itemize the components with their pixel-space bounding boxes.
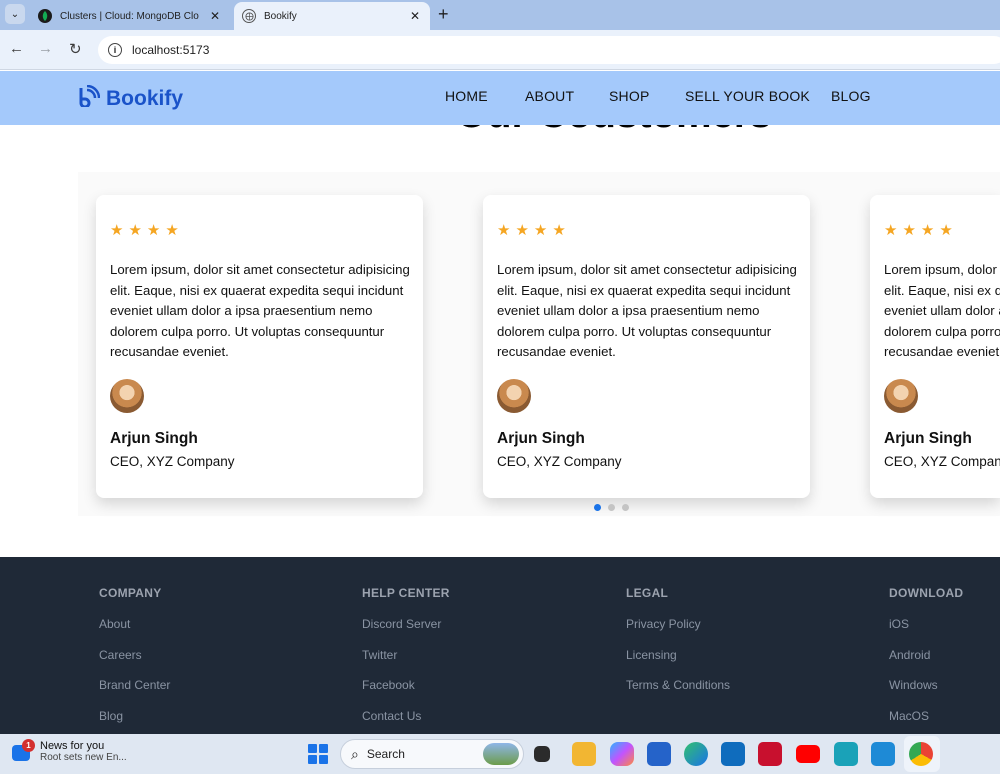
footer-link[interactable]: Terms & Conditions: [626, 679, 730, 692]
footer-column-download: DOWNLOAD iOS Android Windows MacOS: [889, 586, 963, 722]
nav-shop[interactable]: SHOP: [609, 88, 649, 104]
forward-arrow-icon[interactable]: →: [38, 40, 53, 57]
mongodb-leaf-icon: [38, 9, 52, 23]
star-rating: ★★★★: [497, 222, 571, 239]
footer-link[interactable]: Blog: [99, 710, 170, 723]
nav-blog[interactable]: BLOG: [831, 88, 871, 104]
back-arrow-icon[interactable]: ←: [9, 40, 24, 57]
vscode-icon[interactable]: [871, 742, 895, 766]
outlook-icon[interactable]: [721, 742, 745, 766]
footer-link[interactable]: About: [99, 618, 170, 631]
footer-link[interactable]: MacOS: [889, 710, 963, 723]
testimonial-card: ★★★★ Lorem ipsum, dolor sit amet consect…: [483, 195, 810, 498]
customer-role: CEO, XYZ Company: [884, 454, 1000, 469]
windows-start-icon[interactable]: [308, 744, 328, 764]
notification-badge: 1: [22, 738, 35, 752]
footer-column-company: COMPANY About Careers Brand Center Blog: [99, 586, 170, 722]
browser-tab-bar: ⌄ Clusters | Cloud: MongoDB Clo ✕ Bookif…: [0, 0, 1000, 30]
brand-name: Bookify: [106, 87, 184, 110]
footer-link[interactable]: Twitter: [362, 648, 450, 662]
windows-taskbar: 1 News for you Root sets new En... ⌕ Sea…: [0, 734, 1000, 774]
footer-heading: HELP CENTER: [362, 586, 450, 600]
new-tab-icon[interactable]: +: [438, 4, 449, 24]
url-text: localhost:5173: [132, 43, 210, 57]
customer-name: Arjun Singh: [497, 430, 585, 447]
address-bar[interactable]: i localhost:5173: [98, 36, 1000, 64]
tab-title: Bookify: [264, 10, 297, 22]
youtube-icon[interactable]: [796, 745, 820, 763]
taskbar-search[interactable]: ⌕ Search: [340, 739, 524, 769]
search-label: Search: [366, 747, 405, 761]
testimonial-text: Lorem ipsum, dolor sit amet consectetur …: [884, 262, 1000, 359]
customer-role: CEO, XYZ Company: [110, 454, 235, 469]
footer-heading: COMPANY: [99, 586, 162, 600]
news-title: News for you: [40, 740, 105, 752]
copilot-icon[interactable]: [610, 742, 634, 766]
carousel-pagination: [594, 504, 629, 511]
footer-link[interactable]: Facebook: [362, 679, 450, 692]
footer-link[interactable]: Careers: [99, 648, 170, 662]
search-highlight-image: [483, 743, 519, 765]
nav-about[interactable]: ABOUT: [525, 88, 574, 104]
tab-search-chevron-icon[interactable]: ⌄: [5, 4, 25, 24]
star-rating: ★★★★: [110, 222, 184, 239]
microsoft-store-icon[interactable]: [647, 742, 671, 766]
star-rating: ★★★★: [884, 222, 958, 239]
nav-sell-your-book[interactable]: SELL YOUR BOOK: [685, 88, 810, 104]
close-tab-icon[interactable]: ✕: [206, 9, 224, 23]
customer-name: Arjun Singh: [110, 430, 198, 447]
footer-link[interactable]: Licensing: [626, 648, 730, 662]
site-footer: COMPANY About Careers Brand Center Blog …: [0, 557, 1000, 734]
task-view-icon[interactable]: [534, 746, 550, 762]
book-logo-icon: [78, 84, 101, 113]
tab-mongodb[interactable]: Clusters | Cloud: MongoDB Clo ✕: [30, 2, 230, 30]
footer-link[interactable]: Discord Server: [362, 618, 450, 631]
footer-column-legal: LEGAL Privacy Policy Licensing Terms & C…: [626, 586, 730, 692]
footer-column-help-center: HELP CENTER Discord Server Twitter Faceb…: [362, 586, 450, 722]
app-icon[interactable]: [834, 742, 858, 766]
footer-heading: LEGAL: [626, 586, 669, 600]
tab-title: Clusters | Cloud: MongoDB Clo: [60, 10, 199, 22]
search-icon: ⌕: [351, 745, 359, 762]
footer-heading: DOWNLOAD: [889, 586, 964, 600]
testimonial-card: ★★★★ Lorem ipsum, dolor sit amet consect…: [96, 195, 423, 498]
footer-link[interactable]: Privacy Policy: [626, 618, 730, 631]
tab-bookify[interactable]: Bookify ✕: [234, 2, 430, 30]
news-widget[interactable]: 1 News for you Root sets new En...: [12, 738, 127, 763]
footer-link[interactable]: iOS: [889, 618, 963, 631]
globe-icon: [242, 9, 256, 23]
brand-logo[interactable]: Bookify: [78, 84, 184, 113]
carousel-dot-3[interactable]: [622, 504, 629, 511]
avatar: [497, 379, 531, 413]
footer-link[interactable]: Android: [889, 648, 963, 662]
footer-link[interactable]: Contact Us: [362, 710, 450, 723]
avatar: [884, 379, 918, 413]
avatar: [110, 379, 144, 413]
carousel-dot-2[interactable]: [608, 504, 615, 511]
edge-icon[interactable]: [684, 742, 708, 766]
close-tab-icon[interactable]: ✕: [406, 9, 424, 23]
news-icon: 1: [12, 738, 35, 763]
nav-home[interactable]: HOME: [445, 88, 488, 104]
testimonial-text: Lorem ipsum, dolor sit amet consectetur …: [110, 262, 410, 359]
mcafee-icon[interactable]: [758, 742, 782, 766]
browser-toolbar: ← → ↻ i localhost:5173: [0, 30, 1000, 70]
carousel-dot-1[interactable]: [594, 504, 601, 511]
footer-link[interactable]: Windows: [889, 679, 963, 692]
customer-name: Arjun Singh: [884, 430, 972, 447]
file-explorer-icon[interactable]: [572, 742, 596, 766]
site-info-icon[interactable]: i: [108, 43, 122, 57]
testimonial-card: ★★★★ Lorem ipsum, dolor sit amet consect…: [870, 195, 1000, 498]
testimonial-text: Lorem ipsum, dolor sit amet consectetur …: [497, 262, 797, 359]
news-subtitle: Root sets new En...: [40, 752, 127, 763]
reload-icon[interactable]: ↻: [69, 40, 82, 58]
chrome-icon[interactable]: [909, 742, 933, 766]
site-header: Bookify HOME ABOUT SHOP SELL YOUR BOOK B…: [0, 71, 1000, 125]
customer-role: CEO, XYZ Company: [497, 454, 622, 469]
footer-link[interactable]: Brand Center: [99, 679, 170, 692]
